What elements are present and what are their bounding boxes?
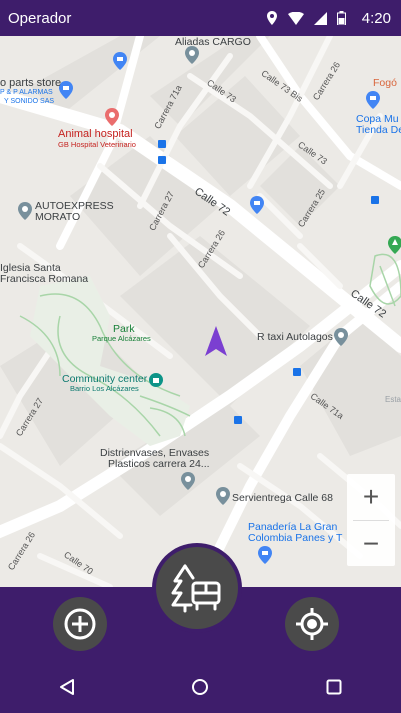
crosshair-icon bbox=[296, 608, 328, 640]
zoom-in-button[interactable]: + bbox=[347, 474, 395, 520]
poi-animal-hospital[interactable]: Animal hospital bbox=[58, 129, 133, 140]
locate-button[interactable] bbox=[285, 597, 339, 651]
home-circle-icon bbox=[192, 678, 209, 695]
poi-servientrega[interactable]: Servientrega Calle 68 bbox=[232, 493, 333, 504]
poi-autoexpress-line2[interactable]: MORATO bbox=[35, 212, 80, 223]
status-bar: Operador 4:20 bbox=[0, 0, 401, 36]
poi-gb-hospital[interactable]: GB Hospital Veterinario bbox=[58, 141, 136, 149]
poi-barrio[interactable]: Barrio Los Alcázares bbox=[70, 385, 139, 393]
navigation-arrow-icon bbox=[205, 326, 227, 356]
poi-copa-line2[interactable]: Tienda De bbox=[356, 125, 401, 136]
place-pin-icon[interactable] bbox=[216, 487, 230, 505]
zoom-controls: + − bbox=[347, 474, 395, 566]
poi-panaderia-line2[interactable]: Colombia Panes y T bbox=[248, 533, 342, 544]
signal-icon bbox=[313, 11, 327, 25]
poi-alarmas-line2[interactable]: Y SONIDO SAS bbox=[4, 98, 54, 106]
place-pin-icon[interactable] bbox=[181, 472, 195, 490]
recents-square-icon bbox=[326, 679, 342, 694]
system-nav-bar bbox=[0, 660, 401, 713]
clock: 4:20 bbox=[361, 9, 391, 27]
shop-pin-icon[interactable] bbox=[250, 196, 264, 214]
place-pin-icon[interactable] bbox=[334, 328, 348, 346]
hospital-pin-icon[interactable] bbox=[105, 108, 119, 126]
poi-alarmas-line1[interactable]: P & P ALARMAS bbox=[0, 89, 53, 97]
main-action-inner bbox=[156, 547, 238, 629]
plus-circle-icon bbox=[64, 608, 96, 640]
back-button[interactable] bbox=[37, 667, 97, 707]
shop-pin-icon[interactable] bbox=[113, 52, 127, 70]
location-icon bbox=[266, 11, 277, 25]
battery-icon bbox=[336, 11, 346, 25]
poi-iglesia-line2[interactable]: Francisca Romana bbox=[0, 274, 88, 285]
add-button[interactable] bbox=[53, 597, 107, 651]
map-roads bbox=[0, 36, 401, 587]
poi-parts-store[interactable]: o parts store bbox=[0, 78, 61, 89]
back-triangle-icon bbox=[59, 678, 74, 695]
map-view[interactable]: Aliadas CARGO o parts store P & P ALARMA… bbox=[0, 36, 401, 587]
main-action-button[interactable] bbox=[152, 543, 242, 633]
poi-fogon[interactable]: Fogó bbox=[373, 78, 397, 89]
poi-distrienvases-line2[interactable]: Plasticos carrera 24... bbox=[108, 459, 210, 470]
poi-rtaxi[interactable]: R taxi Autolagos bbox=[257, 332, 333, 343]
tree-bus-icon bbox=[171, 564, 221, 613]
recents-button[interactable] bbox=[304, 667, 364, 707]
zoom-out-button[interactable]: − bbox=[347, 521, 395, 567]
status-icons: 4:20 bbox=[266, 0, 391, 36]
wifi-icon bbox=[287, 11, 304, 25]
community-center-icon[interactable] bbox=[149, 373, 163, 387]
park-pin-icon[interactable] bbox=[388, 236, 401, 254]
place-pin-icon[interactable] bbox=[18, 202, 32, 220]
home-button[interactable] bbox=[170, 667, 230, 707]
place-pin-icon[interactable] bbox=[185, 46, 199, 64]
poi-esta[interactable]: Esta bbox=[385, 394, 401, 405]
poi-parque-alcazares[interactable]: Parque Alcázares bbox=[92, 335, 151, 343]
app-screen: Operador 4:20 Aliadas CARGO o parts stor… bbox=[0, 0, 401, 713]
poi-aliadas-cargo[interactable]: Aliadas CARGO bbox=[175, 37, 251, 48]
app-title: Operador bbox=[8, 9, 72, 27]
shop-pin-icon[interactable] bbox=[258, 546, 272, 564]
shop-pin-icon[interactable] bbox=[366, 91, 380, 109]
